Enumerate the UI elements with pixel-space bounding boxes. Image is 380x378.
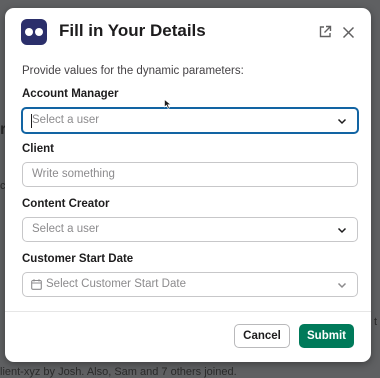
chevron-down-icon [337,118,347,125]
customer-start-date-picker[interactable]: Select Customer Start Date [22,272,358,297]
client-placeholder: Write something [32,168,115,180]
background-text-right: t [374,316,378,328]
dialog-intro: Provide values for the dynamic parameter… [22,65,244,77]
chevron-down-icon [337,282,347,289]
account-manager-label: Account Manager [22,88,119,100]
client-input[interactable]: Write something [22,162,358,187]
mouse-cursor-icon [164,99,172,109]
dialog-title: Fill in Your Details [59,21,206,40]
close-icon [342,26,354,38]
calendar-icon [31,279,42,290]
open-external-button[interactable] [315,22,335,42]
account-manager-placeholder: Select a user [32,114,100,126]
footer-divider [5,311,371,312]
submit-button[interactable]: Submit [299,324,354,348]
client-label: Client [22,143,54,155]
customer-start-date-placeholder: Select Customer Start Date [46,278,186,290]
app-logo-icon [21,19,47,45]
content-creator-label: Content Creator [22,198,110,210]
background-activity-text: lient-xyz by Josh. Also, Sam and 7 other… [0,366,237,378]
chevron-down-icon [337,227,347,234]
content-creator-placeholder: Select a user [32,223,100,235]
account-manager-select[interactable]: Select a user [21,107,359,134]
customer-start-date-label: Customer Start Date [22,253,134,265]
external-link-icon [319,25,332,38]
dialog: Fill in Your Details Provide values for … [5,8,371,362]
close-button[interactable] [338,22,358,42]
cancel-button[interactable]: Cancel [234,324,290,348]
dialog-header: Fill in Your Details [5,8,371,56]
content-creator-select[interactable]: Select a user [22,217,358,242]
